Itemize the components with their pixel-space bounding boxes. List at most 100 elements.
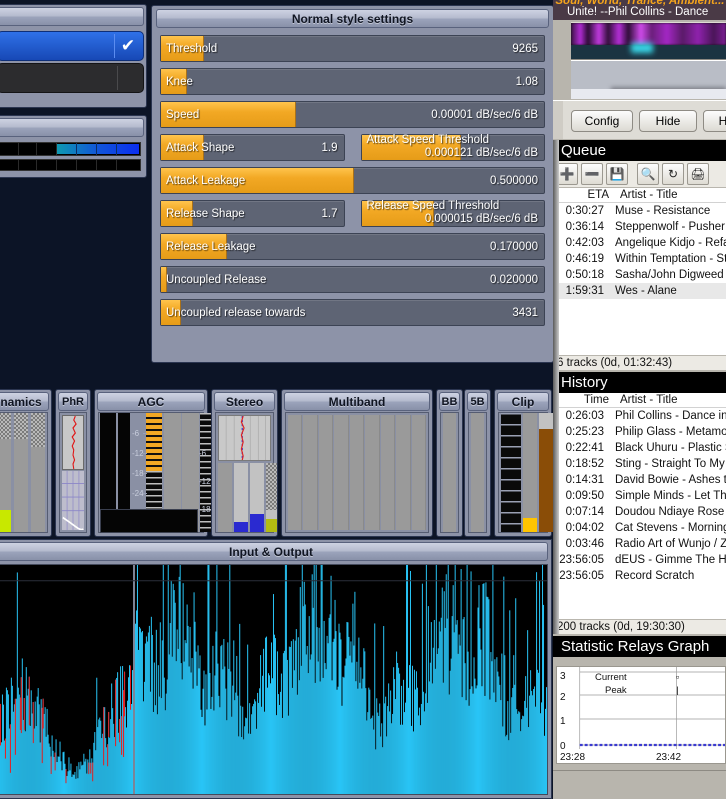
history-col-time[interactable]: Time (553, 393, 614, 407)
queue-row-title: Wes - Alane (615, 285, 677, 297)
normal-style-settings-panel: Normal style settings Threshold 9265 Knee 1… (151, 5, 554, 363)
save-icon-glyph: 💾 (609, 167, 625, 181)
multiband-bar (288, 415, 303, 530)
preset-empty-row[interactable] (0, 63, 144, 93)
io-title: Input & Output (0, 542, 548, 561)
queue-row[interactable]: 0:46:19 Within Temptation - Sta (553, 251, 726, 267)
slider-release-leakage[interactable]: Release Leakage 0.170000 (160, 233, 545, 260)
history-col-title[interactable]: Artist - Title (614, 393, 726, 407)
slider-uncoupled-release-towards[interactable]: Uncoupled release towards 3431 (160, 299, 545, 326)
preset-divider-2 (117, 66, 118, 90)
slider-speed[interactable]: Speed 0.00001 dB/sec/6 dB (160, 101, 545, 128)
history-row[interactable]: 0:03:46 Radio Art of Wunjo / Z (553, 536, 726, 552)
slider-label: Knee (166, 75, 193, 88)
slider-attack-leakage[interactable]: Attack Leakage 0.500000 (160, 167, 545, 194)
history-row-time: 23:56:05 (559, 570, 604, 582)
h-button[interactable]: H (703, 110, 726, 132)
agc-tick-left-1: -12 (132, 449, 144, 458)
right-edge-scrollbar[interactable] (553, 140, 559, 634)
slider-attack-speed-threshold[interactable]: Attack Speed Threshold 0.000121 dB/sec/6 … (360, 134, 545, 161)
io-waveform[interactable] (0, 564, 548, 795)
slider-release-shape[interactable]: Release Shape 1.7 (160, 200, 345, 227)
meter-multiband[interactable]: Multiband (281, 389, 433, 537)
history-row[interactable]: 0:09:50 Simple Minds - Let The (553, 488, 726, 504)
meter-agc[interactable]: AGC -6-12-18-24-30 -6-12-18 (94, 389, 214, 537)
history-row[interactable]: 0:04:02 Cat Stevens - Morning (553, 520, 726, 536)
slider-value: 0.500000 (490, 174, 538, 187)
hide-button[interactable]: Hide (639, 110, 697, 132)
meter-5b[interactable]: 5B (464, 389, 491, 537)
meter-stereo[interactable]: Stereo (211, 389, 278, 537)
meter-multiband-body (285, 412, 429, 533)
slider-label: Speed (166, 108, 200, 121)
waveform-graphic (0, 565, 547, 794)
history-row[interactable]: 0:22:41 Black Uhuru - Plastic S (553, 440, 726, 456)
queue-row[interactable]: 0:36:14 Steppenwolf - Pusher M (553, 219, 726, 235)
settings-slider-pair: Attack Shape 1.9 Attack Speed Threshold 0.0… (152, 134, 553, 167)
visualizer-strip-2[interactable] (571, 60, 726, 99)
slider-threshold[interactable]: Threshold 9265 (160, 35, 545, 62)
meter-5b-title: 5B (467, 392, 488, 411)
slider-label: Uncoupled Release (166, 273, 267, 286)
queue-row[interactable]: 0:30:27 Muse - Resistance (553, 203, 726, 219)
agc-bottom-readout (100, 509, 198, 533)
history-row[interactable]: 0:18:52 Sting - Straight To My (553, 456, 726, 472)
relays-ytick-3: 0 (560, 741, 566, 752)
queue-col-title[interactable]: Artist - Title (614, 188, 726, 202)
agc-tick-mark-l-3 (143, 493, 147, 494)
history-row[interactable]: 0:25:23 Philip Glass - Metamorp (553, 424, 726, 440)
history-row[interactable]: 23:56:05 dEUS - Gimme The He (553, 552, 726, 568)
agc-tick-left-3: -24 (132, 489, 144, 498)
agc-tick-left-2: -18 (132, 469, 144, 478)
queue-row-eta: 0:36:14 (565, 221, 604, 233)
queue-row-eta: 0:30:27 (565, 205, 604, 217)
queue-row[interactable]: 0:50:18 Sasha/John Digweed - (553, 267, 726, 283)
history-row[interactable]: 0:14:31 David Bowie - Ashes to (553, 472, 726, 488)
preset-selected-row[interactable]: ✔ (0, 31, 144, 61)
app-window: ✔ Normal style settings Threshold 9265 K… (0, 0, 726, 799)
slider-knee[interactable]: Knee 1.08 (160, 68, 545, 95)
meter-stereo-body (215, 412, 277, 533)
save-icon[interactable]: 💾 (606, 163, 628, 185)
refresh-icon[interactable]: ↻ (662, 163, 684, 185)
queue-row[interactable]: 1:59:31 Wes - Alane (553, 283, 726, 299)
check-icon: ✔ (120, 36, 136, 55)
queue-title: Queue (553, 140, 726, 161)
history-panel: History Time Artist - Title 0:26:03 Phil … (553, 372, 726, 634)
slider-label: Uncoupled release towards (166, 306, 306, 319)
history-row[interactable]: 0:26:03 Phil Collins - Dance int (553, 408, 726, 424)
agc-tick-right-1: -12 (199, 477, 211, 486)
visualizer-strip[interactable] (571, 22, 726, 60)
history-row[interactable]: 0:07:14 Doudou Ndiaye Rose - (553, 504, 726, 520)
slider-attack-shape[interactable]: Attack Shape 1.9 (160, 134, 345, 161)
multiband-bar (334, 415, 349, 530)
queue-row[interactable]: 0:42:03 Angelique Kidjo - Refav (553, 235, 726, 251)
input-output-panel: Input & Output (0, 539, 552, 799)
meter-bb[interactable]: BB (436, 389, 463, 537)
history-row-title: Record Scratch (615, 570, 695, 582)
plus-icon[interactable]: ➕ (556, 163, 578, 185)
multiband-bar (303, 415, 318, 530)
control-buttons-bar: Config Hide H (553, 100, 726, 139)
stereo-goniometer (218, 415, 271, 461)
relays-chart[interactable]: 3 2 1 0 Current ▫ Peak | (556, 666, 726, 764)
history-row-time: 0:22:41 (565, 442, 604, 454)
meter-dynamics[interactable]: namics (0, 389, 52, 537)
search-icon[interactable]: 🔍 (637, 163, 659, 185)
slider-uncoupled-release[interactable]: Uncoupled Release 0.020000 (160, 266, 545, 293)
agc-tick-mark-l-0 (143, 433, 147, 434)
config-button[interactable]: Config (571, 110, 633, 132)
minus-icon[interactable]: ➖ (581, 163, 603, 185)
multiband-bar (396, 415, 411, 530)
agc-tick-right-2: -18 (199, 505, 211, 514)
meter-phr[interactable]: PhR (55, 389, 91, 537)
history-row-time: 0:07:14 (565, 506, 604, 518)
history-row-time: 0:25:23 (565, 426, 604, 438)
relays-x-ticks: 23:28 23:42 (556, 752, 726, 766)
history-row[interactable]: 23:56:05 Record Scratch (553, 568, 726, 584)
meter-clip[interactable]: Clip -6 (494, 389, 553, 537)
history-row-time: 0:26:03 (565, 410, 604, 422)
queue-col-eta[interactable]: ETA (553, 188, 614, 202)
print-icon[interactable]: 🖨 (687, 163, 709, 185)
slider-release-speed-threshold[interactable]: Release Speed Threshold 0.000015 dB/sec/6… (360, 200, 545, 227)
